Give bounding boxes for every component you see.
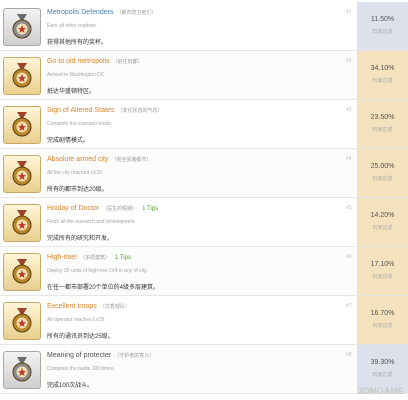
achievement-title-text: Metropolis Defenders (47, 9, 114, 16)
achievement-description-cn: 抵达华盛顿特区。 (47, 89, 96, 95)
achievement-title-cn: （前往旧都） (112, 59, 143, 65)
achievement-description: Complete the battle 100 times. (47, 366, 115, 372)
completion-percent: 34.10% (370, 65, 395, 72)
achievement-title-cn: （变化状态的气息） (117, 108, 163, 114)
achievement-title-cn: （守护者的意义） (114, 353, 155, 359)
completion-label: 玩家达成 (372, 78, 393, 84)
medal-icon (3, 57, 41, 95)
completion-box: 34.10% 玩家达成 (357, 51, 408, 99)
achievement-title-text: High-rise! (47, 254, 77, 261)
achievement-description-cn: 完成所有的研究和开发。 (47, 236, 114, 242)
achievement-description: Deploy 20 units of high-rise LV4 in any … (47, 268, 148, 274)
achievement-row[interactable]: Meaning of protecter （守护者的意义） Complete the… (0, 345, 408, 394)
achievement-description-cn: 获得其他所有的奖杯。 (47, 40, 108, 46)
completion-label: 玩家达成 (372, 274, 393, 280)
achievement-title[interactable]: High-rise! （多层建筑） 1 Tips (47, 254, 131, 261)
completion-box: 14.20% 玩家达成 (357, 198, 408, 246)
completion-label: 玩家达成 (372, 176, 393, 182)
watermark-logo: 3DMGAME (357, 386, 404, 396)
achievement-number: #6 (346, 254, 352, 260)
achievement-description-cn: 所有的都市到达20级。 (47, 187, 108, 193)
achievement-title-text: Absolute armed city (47, 156, 109, 163)
achievement-number: #4 (346, 156, 352, 162)
achievement-title-text: Meaning of protecter (47, 352, 112, 359)
achievement-description: Earn all other trophies. (47, 23, 98, 29)
achievement-description-cn: 完成100次战斗。 (47, 383, 94, 389)
achievement-row[interactable]: Sign of Altered States （变化状态的气息） Complete … (0, 100, 408, 149)
completion-box: 16.70% 玩家达成 (357, 296, 408, 344)
medal-icon (3, 351, 41, 389)
achievement-row[interactable]: Metropolis Defenders （都市防卫者们） Earn all oth… (0, 2, 408, 51)
achievement-title-text: Excellent troops (47, 303, 97, 310)
achievement-number: #3 (346, 107, 352, 113)
achievement-number: #2 (346, 58, 352, 64)
achievement-row[interactable]: Excellent troops （优秀部队） All operator reach… (0, 296, 408, 345)
achievement-description-cn: 在任一都市部署20个单位的4级多层建筑。 (47, 285, 160, 291)
completion-percent: 14.20% (370, 212, 395, 219)
completion-box: 17.10% 玩家达成 (357, 247, 408, 295)
achievement-title-cn: （多层建筑） (79, 255, 110, 261)
completion-percent: 16.70% (370, 310, 395, 317)
achievement-title[interactable]: Meaning of protecter （守护者的意义） (47, 352, 154, 359)
achievement-description-cn: 完成剧情模式。 (47, 138, 90, 144)
achievement-title[interactable]: Sign of Altered States （变化状态的气息） (47, 107, 162, 114)
achievement-title[interactable]: Absolute armed city （完全武装都市） (47, 156, 152, 163)
achievement-title-text: Go to old metropolis (47, 58, 110, 65)
achievement-title[interactable]: Hoiday of Doctor （医生的假期） 1 Tips (47, 205, 158, 212)
achievement-number: #5 (346, 205, 352, 211)
achievement-title[interactable]: Go to old metropolis （前往旧都） (47, 58, 143, 65)
achievement-row[interactable]: High-rise! （多层建筑） 1 Tips Deploy 20 units of… (0, 247, 408, 296)
completion-box: 11.50% 玩家达成 (357, 2, 408, 50)
achievement-description: Finsh all the research and development. (47, 219, 136, 225)
achievement-description-cn: 所有的通讯员到达25级。 (47, 334, 114, 340)
achievement-title-cn: （优秀部队） (99, 304, 130, 310)
medal-icon (3, 8, 41, 46)
achievement-title[interactable]: Metropolis Defenders （都市防卫者们） (47, 9, 157, 16)
completion-box: 25.00% 玩家达成 (357, 149, 408, 197)
tips-link[interactable]: 1 Tips (142, 206, 158, 212)
completion-label: 玩家达成 (372, 372, 393, 378)
achievement-title-cn: （医生的假期） (102, 206, 138, 212)
achievement-description: All the city reached LV20. (47, 170, 104, 176)
medal-icon (3, 253, 41, 291)
completion-percent: 25.00% (370, 163, 395, 170)
medal-icon (3, 106, 41, 144)
completion-label: 玩家达成 (372, 323, 393, 329)
completion-percent: 39.30% (370, 359, 395, 366)
medal-icon (3, 204, 41, 242)
completion-label: 玩家达成 (372, 29, 393, 35)
achievement-title-cn: （完全武装都市） (111, 157, 152, 163)
achievement-title-text: Sign of Altered States (47, 107, 115, 114)
medal-icon (3, 302, 41, 340)
completion-box: 23.50% 玩家达成 (357, 100, 408, 148)
achievement-number: #7 (346, 303, 352, 309)
achievement-number: #1 (346, 9, 352, 15)
achievement-description: Arrived in Washington DC. (47, 72, 106, 78)
medal-icon (3, 155, 41, 193)
achievement-title[interactable]: Excellent troops （优秀部队） (47, 303, 130, 310)
tips-link[interactable]: 1 Tips (115, 255, 131, 261)
achievement-description: All operator reaches LV25. (47, 317, 106, 323)
achievement-number: #8 (346, 352, 352, 358)
completion-percent: 23.50% (370, 114, 395, 121)
achievement-row[interactable]: Go to old metropolis （前往旧都） Arrived in Was… (0, 51, 408, 100)
completion-label: 玩家达成 (372, 127, 393, 133)
achievement-row[interactable]: Hoiday of Doctor （医生的假期） 1 Tips Finsh all t… (0, 198, 408, 247)
achievement-row[interactable]: Absolute armed city （完全武装都市） All the city … (0, 149, 408, 198)
completion-percent: 11.50% (370, 16, 395, 23)
achievement-description: Complete the scenario mode. (47, 121, 113, 127)
achievement-title-cn: （都市防卫者们） (116, 10, 157, 16)
achievement-title-text: Hoiday of Doctor (47, 205, 100, 212)
completion-label: 玩家达成 (372, 225, 393, 231)
completion-percent: 17.10% (370, 261, 395, 268)
